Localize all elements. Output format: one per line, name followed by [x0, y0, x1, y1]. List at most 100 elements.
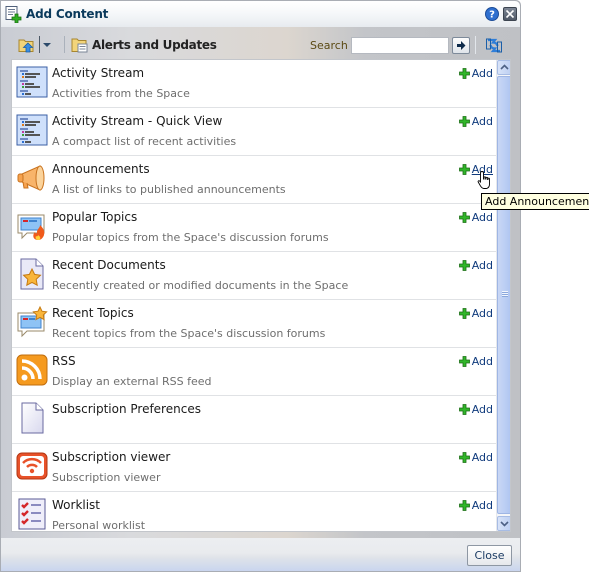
plus-icon	[458, 404, 470, 415]
add-subscription-preferences-button[interactable]: Add	[458, 403, 493, 416]
add-activity-stream-button[interactable]: Add	[458, 67, 493, 80]
vertical-scrollbar[interactable]	[496, 60, 510, 531]
subscription-icon	[16, 452, 48, 480]
add-label: Add	[471, 451, 493, 464]
refresh-icon[interactable]	[485, 37, 503, 54]
list-item-subscription-viewer: Subscription viewer Subscription viewer …	[12, 444, 496, 492]
list-item-activity-stream-quick-view: Activity Stream - Quick View A compact l…	[12, 108, 496, 156]
list-item-subscription-preferences: Subscription Preferences Add	[12, 396, 496, 444]
list-item-popular-topics: Popular Topics Popular topics from the S…	[12, 204, 496, 252]
add-label: Add	[471, 403, 493, 416]
item-name: Popular Topics	[52, 210, 138, 224]
add-label: Add	[471, 211, 493, 224]
plus-icon	[458, 308, 470, 319]
arrow-right-icon	[457, 41, 466, 50]
plus-icon	[458, 452, 470, 463]
add-label: Add	[471, 355, 493, 368]
plus-icon	[458, 500, 470, 511]
list-item-rss: RSS Display an external RSS feed Add	[12, 348, 496, 396]
recent-topics-icon	[17, 306, 48, 338]
item-description: A compact list of recent activities	[52, 135, 237, 148]
search-go-button[interactable]	[452, 37, 470, 54]
plus-icon	[458, 212, 470, 223]
add-label: Add	[471, 499, 493, 512]
document-icon	[21, 402, 44, 434]
item-description: Display an external RSS feed	[52, 375, 212, 388]
item-name: Subscription Preferences	[52, 402, 201, 416]
item-name: Subscription viewer	[52, 450, 171, 464]
svg-text:?: ?	[489, 10, 495, 21]
scroll-thumb[interactable]	[497, 76, 510, 514]
item-name: Worklist	[52, 498, 101, 512]
scroll-up-button[interactable]	[497, 60, 510, 75]
add-activity-stream-quick-view-button[interactable]: Add	[458, 115, 493, 128]
rss-icon	[16, 354, 48, 386]
list-item-worklist: Worklist Personal worklist Add	[12, 492, 496, 532]
list-item-recent-documents: Recent Documents Recently created or mod…	[12, 252, 496, 300]
scroll-down-button[interactable]	[497, 516, 510, 531]
item-name: Recent Documents	[52, 258, 166, 272]
list-item-announcements: Announcements A list of links to publish…	[12, 156, 496, 204]
recent-documents-icon	[20, 258, 44, 290]
search-label: Search	[310, 39, 348, 52]
plus-icon	[458, 356, 470, 367]
item-description: A list of links to published announcemen…	[52, 183, 286, 196]
close-button[interactable]: Close	[467, 545, 512, 566]
item-name: Recent Topics	[52, 306, 134, 320]
search-input[interactable]	[351, 37, 449, 54]
chevron-down-icon[interactable]	[43, 43, 51, 47]
item-description: Personal worklist	[52, 519, 146, 532]
list-item-activity-stream: Activity Stream Activities from the Spac…	[12, 60, 496, 108]
add-rss-button[interactable]: Add	[458, 355, 493, 368]
add-worklist-button[interactable]: Add	[458, 499, 493, 512]
plus-icon	[458, 260, 470, 271]
toolbar-separator	[475, 36, 476, 54]
item-name: Announcements	[52, 162, 150, 176]
plus-icon	[458, 164, 470, 175]
activity-stream-icon	[16, 66, 48, 98]
folder-icon	[71, 38, 88, 53]
plus-icon	[458, 68, 470, 79]
item-description: Recent topics from the Space's discussio…	[52, 327, 326, 340]
hand-cursor-icon	[477, 171, 490, 189]
add-subscription-viewer-button[interactable]: Add	[458, 451, 493, 464]
megaphone-icon	[17, 165, 45, 191]
worklist-icon	[18, 498, 46, 530]
toolbar-separator	[64, 36, 65, 53]
item-description: Activities from the Space	[52, 87, 190, 100]
item-description: Subscription viewer	[52, 471, 161, 484]
help-icon[interactable]: ?	[485, 7, 499, 21]
dialog-title: Add Content	[26, 7, 109, 21]
folder-up-icon[interactable]	[18, 37, 36, 53]
content-list-panel: Activity Stream Activities from the Spac…	[11, 59, 511, 532]
chevron-up-icon	[500, 64, 509, 70]
current-folder-label: Alerts and Updates	[92, 38, 217, 52]
list-item-recent-topics: Recent Topics Recent topics from the Spa…	[12, 300, 496, 348]
activity-stream-icon	[16, 114, 48, 146]
add-label: Add	[471, 115, 493, 128]
add-recent-topics-button[interactable]: Add	[458, 307, 493, 320]
toolbar: Alerts and Updates Search	[1, 29, 520, 59]
add-content-dialog: Add Content ? Alerts and Updates Search	[0, 0, 521, 572]
add-label: Add	[471, 67, 493, 80]
item-description: Recently created or modified documents i…	[52, 279, 349, 292]
plus-icon	[458, 116, 470, 127]
add-label: Add	[471, 307, 493, 320]
chevron-down-icon	[500, 521, 509, 527]
add-label: Add	[471, 259, 493, 272]
dialog-footer: Close	[1, 538, 520, 571]
grip-icon	[502, 291, 508, 297]
toolbar-separator	[39, 36, 40, 53]
title-bar: Add Content ?	[1, 1, 520, 27]
add-content-icon	[5, 6, 22, 23]
popular-topics-icon	[17, 214, 45, 240]
tooltip: Add Announcements	[481, 193, 589, 210]
close-icon[interactable]	[503, 7, 517, 21]
item-name: Activity Stream - Quick View	[52, 114, 223, 128]
add-recent-documents-button[interactable]: Add	[458, 259, 493, 272]
item-name: Activity Stream	[52, 66, 145, 80]
item-description: Popular topics from the Space's discussi…	[52, 231, 329, 244]
item-name: RSS	[52, 354, 76, 368]
content-list: Activity Stream Activities from the Spac…	[12, 60, 496, 532]
add-popular-topics-button[interactable]: Add	[458, 211, 493, 224]
